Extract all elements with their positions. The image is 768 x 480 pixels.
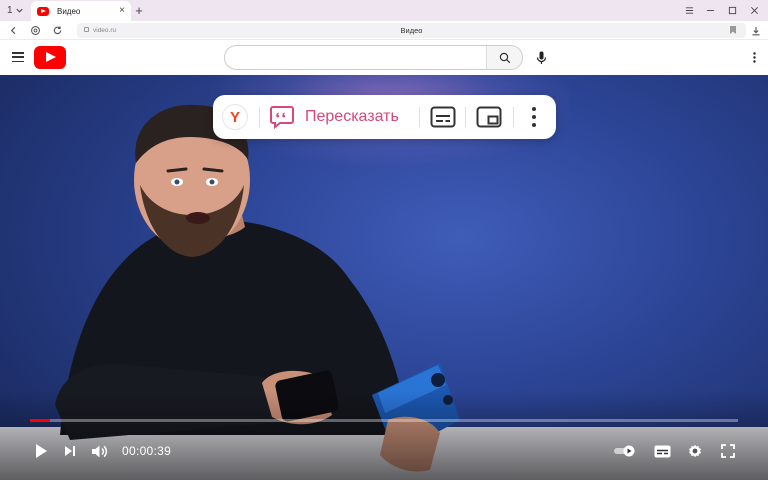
hamburger-menu-icon[interactable] xyxy=(12,52,24,62)
video-favicon-icon xyxy=(37,6,49,16)
arrow-left-icon xyxy=(10,26,16,35)
autoplay-toggle[interactable] xyxy=(612,439,638,463)
yandex-video-toolbar: Y Пересказать xyxy=(213,95,556,139)
retell-button-label[interactable]: Пересказать xyxy=(305,108,399,126)
microphone-icon xyxy=(536,51,546,64)
subtitles-icon[interactable] xyxy=(430,106,456,128)
page-title: Видео xyxy=(400,26,423,35)
reload-icon xyxy=(53,26,62,35)
tab-count: 1 xyxy=(7,5,13,16)
controls-gradient xyxy=(0,390,768,480)
search-button[interactable] xyxy=(486,46,522,69)
toolbar-divider xyxy=(513,107,514,127)
minimize-icon xyxy=(706,10,715,11)
tab-counter[interactable]: 1 xyxy=(3,2,31,19)
maximize-icon xyxy=(728,6,737,15)
menu-button[interactable] xyxy=(678,0,701,21)
url-field[interactable]: video.ru Видео xyxy=(77,23,746,38)
minimize-button[interactable] xyxy=(699,0,722,21)
progress-played xyxy=(30,419,50,422)
more-vertical-icon[interactable] xyxy=(527,105,541,129)
settings-button[interactable] xyxy=(683,439,707,463)
close-icon xyxy=(751,7,758,14)
tab-strip: 1 Видео × + xyxy=(0,0,768,21)
tab-close-icon[interactable]: × xyxy=(119,6,125,16)
subtitles-button[interactable] xyxy=(650,439,674,463)
search-box xyxy=(224,45,523,70)
toolbar-divider xyxy=(465,107,466,127)
address-bar-row: video.ru Видео xyxy=(0,21,768,40)
picture-in-picture-icon[interactable] xyxy=(476,106,502,128)
captions-icon xyxy=(654,445,670,457)
volume-button[interactable] xyxy=(88,439,110,463)
maximize-button[interactable] xyxy=(721,0,744,21)
fullscreen-icon xyxy=(721,444,735,458)
menu-icon xyxy=(685,7,694,14)
browser-window: 1 Видео × + video.ru Видео Y Пересказать… xyxy=(0,0,768,480)
shield-icon xyxy=(31,26,40,35)
new-tab-button[interactable]: + xyxy=(132,2,146,18)
toolbar-divider xyxy=(419,107,420,127)
video-player[interactable]: Y Пересказать 00:00:39 xyxy=(0,75,768,480)
yandex-logo[interactable]: Y xyxy=(222,104,248,130)
downloads-button[interactable] xyxy=(749,24,762,37)
protect-button[interactable] xyxy=(27,22,44,39)
back-button[interactable] xyxy=(5,22,22,39)
tab-title: Видео xyxy=(57,6,81,16)
gear-icon xyxy=(689,444,701,458)
volume-icon xyxy=(91,445,107,457)
next-button[interactable] xyxy=(60,439,80,463)
search-input[interactable] xyxy=(237,49,487,66)
fullscreen-button[interactable] xyxy=(716,439,740,463)
close-window-button[interactable] xyxy=(743,0,766,21)
more-vertical-icon xyxy=(752,52,756,63)
site-header xyxy=(0,40,768,75)
autoplay-toggle-icon xyxy=(614,445,635,457)
play-icon xyxy=(36,444,47,458)
skip-next-icon xyxy=(65,446,75,456)
current-time: 00:00:39 xyxy=(122,444,172,458)
voice-search-button[interactable] xyxy=(533,49,549,66)
search-icon xyxy=(499,52,510,63)
site-more-button[interactable] xyxy=(748,50,760,65)
play-button[interactable] xyxy=(30,439,52,463)
retell-quote-icon[interactable] xyxy=(269,105,295,129)
download-icon xyxy=(752,26,759,35)
toolbar-divider xyxy=(259,107,260,127)
chevron-down-icon xyxy=(15,8,23,13)
yandex-logo-letter: Y xyxy=(229,108,240,126)
progress-bar[interactable] xyxy=(30,419,738,422)
site-logo-play-icon[interactable] xyxy=(34,46,66,69)
reload-button[interactable] xyxy=(49,22,66,39)
active-tab[interactable]: Видео × xyxy=(31,1,131,21)
